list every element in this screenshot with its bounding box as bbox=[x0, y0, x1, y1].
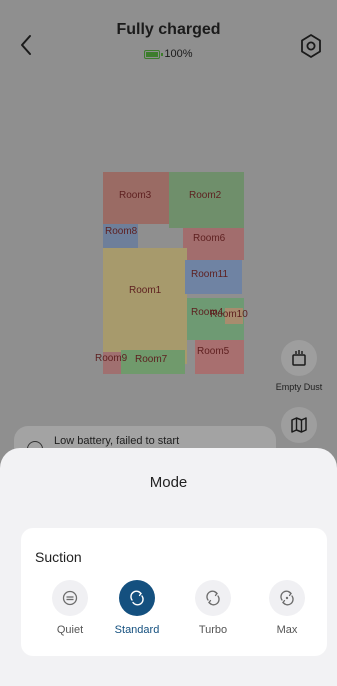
mode-option-quiet[interactable]: Quiet bbox=[40, 580, 100, 636]
mode-max-button[interactable] bbox=[269, 580, 305, 616]
max-fan-icon bbox=[280, 590, 294, 606]
sheet-title: Mode bbox=[149, 474, 188, 491]
room-label: Room10 bbox=[210, 309, 248, 320]
battery-percentage: 100% bbox=[164, 48, 193, 60]
battery-status: 100% bbox=[0, 48, 337, 60]
mode-turbo-button[interactable] bbox=[195, 580, 231, 616]
robot-control-screen: Fully charged 100% Room3 Room2 Room8 Roo… bbox=[0, 0, 337, 686]
settings-icon bbox=[301, 34, 321, 58]
room-label: Room8 bbox=[105, 226, 138, 237]
empty-dust-label: Empty Dust bbox=[275, 382, 323, 392]
room-label: Room1 bbox=[129, 285, 162, 296]
map-button[interactable] bbox=[281, 407, 317, 443]
map-room-room1[interactable] bbox=[103, 248, 187, 364]
mode-label-max: Max bbox=[276, 624, 298, 636]
mode-option-turbo[interactable]: Turbo bbox=[183, 580, 243, 636]
turbo-fan-icon bbox=[206, 590, 220, 606]
mode-label-quiet: Quiet bbox=[56, 624, 84, 636]
standard-fan-icon bbox=[130, 590, 144, 606]
page-title: Fully charged bbox=[116, 21, 221, 38]
room-label: Room5 bbox=[197, 346, 230, 357]
dust-bin-icon bbox=[292, 350, 306, 366]
mode-label-turbo: Turbo bbox=[198, 624, 228, 636]
empty-dust-button[interactable] bbox=[281, 340, 317, 376]
map-icon bbox=[291, 417, 307, 433]
battery-icon bbox=[144, 49, 164, 59]
mode-quiet-button[interactable] bbox=[52, 580, 88, 616]
suction-card: Suction Quiet Standard Turbo Max bbox=[21, 528, 327, 656]
room-label: Room6 bbox=[193, 233, 226, 244]
room-label: Room9 bbox=[95, 353, 128, 364]
mode-bottom-sheet: Mode Suction Quiet Standard Turbo Max bbox=[0, 448, 337, 686]
toast-message: Low battery, failed to start bbox=[54, 435, 180, 447]
mode-label-standard: Standard bbox=[114, 624, 160, 636]
suction-title: Suction bbox=[35, 549, 82, 565]
floor-map[interactable]: Room3 Room2 Room8 Room6 Room1 Room11 Roo… bbox=[95, 172, 248, 374]
quiet-fan-icon bbox=[62, 590, 78, 606]
room-label: Room2 bbox=[189, 190, 222, 201]
mode-standard-button[interactable] bbox=[119, 580, 155, 616]
settings-button[interactable] bbox=[297, 32, 325, 60]
room-label: Room11 bbox=[191, 269, 229, 280]
mode-option-standard[interactable]: Standard bbox=[107, 580, 167, 636]
mode-option-max[interactable]: Max bbox=[257, 580, 317, 636]
room-label: Room3 bbox=[119, 190, 152, 201]
room-label: Room7 bbox=[135, 354, 168, 365]
